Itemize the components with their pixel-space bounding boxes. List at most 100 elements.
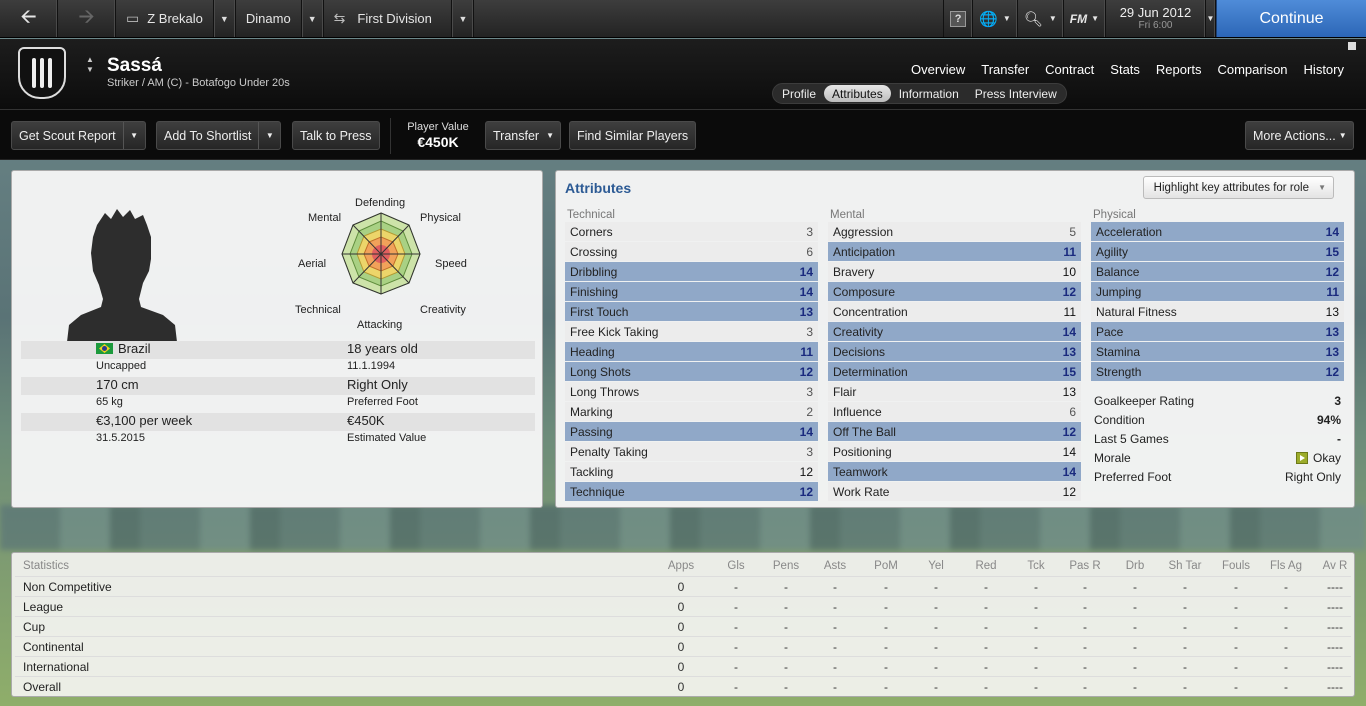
attribute-row[interactable]: Concentration 11 — [828, 302, 1081, 321]
attribute-row[interactable]: Decisions 13 — [828, 342, 1081, 361]
player-navigate-arrows[interactable]: ▲ ▼ — [86, 55, 94, 75]
attribute-row[interactable]: Determination 15 — [828, 362, 1081, 381]
date-display[interactable]: 29 Jun 2012 Fri 6:00 — [1106, 0, 1206, 37]
attribute-row[interactable]: Natural Fitness 13 — [1091, 302, 1344, 321]
attribute-row[interactable]: Creativity 14 — [828, 322, 1081, 341]
attribute-row[interactable]: Acceleration 14 — [1091, 222, 1344, 241]
attribute-row[interactable]: Heading 11 — [565, 342, 818, 361]
manager-menu[interactable]: ▭ Z Brekalo ▼ — [116, 0, 236, 37]
search-button[interactable]: 🔍︎ ▼ — [1018, 0, 1064, 37]
stat-column-header[interactable]: Pas R — [1065, 560, 1105, 572]
stat-cell: ---- — [1327, 640, 1343, 654]
tab-history[interactable]: History — [1296, 62, 1352, 77]
club-menu[interactable]: Dinamo ▼ — [236, 0, 324, 37]
stat-column-header[interactable]: Red — [966, 560, 1006, 572]
attribute-row[interactable]: Passing 14 — [565, 422, 818, 441]
back-button[interactable]: 🡨 — [0, 0, 58, 37]
stat-column-header[interactable]: Gls — [716, 560, 756, 572]
attribute-row[interactable]: Technique 12 — [565, 482, 818, 501]
attribute-row[interactable]: Dribbling 14 — [565, 262, 818, 281]
attribute-row[interactable]: Strength 12 — [1091, 362, 1344, 381]
stat-row[interactable]: Continental 0- - - - - - - - - - - - ---- — [15, 636, 1351, 655]
attribute-row[interactable]: Pace 13 — [1091, 322, 1344, 341]
find-similar-players-button[interactable]: Find Similar Players — [569, 121, 697, 150]
attribute-row[interactable]: Positioning 14 — [828, 442, 1081, 461]
attribute-row[interactable]: Bravery 10 — [828, 262, 1081, 281]
transfer-button[interactable]: Transfer ▼ — [485, 121, 561, 150]
chevron-down-icon[interactable]: ▼ — [122, 122, 145, 149]
date-dropdown[interactable]: ▼ — [1206, 0, 1216, 37]
stat-row[interactable]: Overall 0- - - - - - - - - - - - ---- — [15, 676, 1351, 695]
subtab-profile[interactable]: Profile — [774, 85, 824, 102]
attribute-row[interactable]: Influence 6 — [828, 402, 1081, 421]
subtab-attributes[interactable]: Attributes — [824, 85, 891, 102]
tab-comparison[interactable]: Comparison — [1209, 62, 1295, 77]
stat-column-header[interactable]: Sh Tar — [1165, 560, 1205, 572]
stat-column-header[interactable]: Yel — [916, 560, 956, 572]
attribute-row[interactable]: Work Rate 12 — [828, 482, 1081, 501]
fm-menu-button[interactable]: FM ▼ — [1064, 0, 1106, 37]
subtab-press-interview[interactable]: Press Interview — [967, 85, 1065, 102]
talk-to-press-button[interactable]: Talk to Press — [292, 121, 380, 150]
attribute-row[interactable]: Teamwork 14 — [828, 462, 1081, 481]
help-button[interactable]: ? — [943, 0, 974, 37]
tab-stats[interactable]: Stats — [1102, 62, 1148, 77]
tab-overview[interactable]: Overview — [903, 62, 973, 77]
attribute-row[interactable]: Free Kick Taking 3 — [565, 322, 818, 341]
window-toggle[interactable] — [1348, 42, 1356, 50]
league-menu[interactable]: ⇆ First Division ▼ — [324, 0, 475, 37]
stat-row[interactable]: International 0- - - - - - - - - - - - ---- — [15, 656, 1351, 675]
highlight-role-dropdown[interactable]: Highlight key attributes for role ▼ — [1142, 176, 1334, 199]
attribute-row[interactable]: Flair 13 — [828, 382, 1081, 401]
stat-column-header[interactable]: Fls Ag — [1266, 560, 1306, 572]
attribute-name: Dribbling — [570, 264, 618, 279]
attribute-row[interactable]: Aggression 5 — [828, 222, 1081, 241]
attribute-row[interactable]: Marking 2 — [565, 402, 818, 421]
stat-column-header[interactable]: Pens — [766, 560, 806, 572]
stat-column-header[interactable]: Drb — [1115, 560, 1155, 572]
stat-column-header[interactable]: PoM — [866, 560, 906, 572]
attribute-row[interactable]: Balance 12 — [1091, 262, 1344, 281]
get-scout-report-button[interactable]: Get Scout Report ▼ — [11, 121, 146, 150]
attribute-row[interactable]: Agility 15 — [1091, 242, 1344, 261]
tab-transfer[interactable]: Transfer — [973, 62, 1037, 77]
attribute-row[interactable]: First Touch 13 — [565, 302, 818, 321]
more-actions-button[interactable]: More Actions... ▼ — [1245, 121, 1354, 150]
attribute-row[interactable]: Crossing 6 — [565, 242, 818, 261]
attribute-row[interactable]: Penalty Taking 3 — [565, 442, 818, 461]
chevron-down-icon[interactable]: ▼ — [258, 122, 280, 149]
attribute-row[interactable]: Corners 3 — [565, 222, 818, 241]
stat-row[interactable]: Cup 0- - - - - - - - - - - - ---- — [15, 616, 1351, 635]
attribute-row[interactable]: Finishing 14 — [565, 282, 818, 301]
attribute-row[interactable]: Long Throws 3 — [565, 382, 818, 401]
add-to-shortlist-button[interactable]: Add To Shortlist ▼ — [156, 121, 282, 150]
attribute-row[interactable]: Stamina 13 — [1091, 342, 1344, 361]
attribute-row[interactable]: Long Shots 12 — [565, 362, 818, 381]
chevron-down-icon[interactable]: ▼ — [451, 0, 473, 37]
forward-button[interactable]: 🡪 — [58, 0, 116, 37]
attribute-name: Acceleration — [1096, 224, 1163, 239]
attribute-row[interactable]: Anticipation 11 — [828, 242, 1081, 261]
subtab-information[interactable]: Information — [891, 85, 967, 102]
attribute-row[interactable]: Off The Ball 12 — [828, 422, 1081, 441]
stat-column-header[interactable]: Asts — [815, 560, 855, 572]
stat-row[interactable]: Non Competitive 0- - - - - - - - - - - - ---- — [15, 576, 1351, 595]
attribute-row[interactable]: Jumping 11 — [1091, 282, 1344, 301]
preferred-foot-label: Preferred Foot — [347, 396, 418, 408]
attribute-row[interactable]: Composure 12 — [828, 282, 1081, 301]
stat-column-header[interactable]: Apps — [661, 560, 701, 572]
stat-cell: - — [1284, 600, 1288, 614]
stat-cell: - — [833, 580, 837, 594]
stat-row[interactable]: League 0- - - - - - - - - - - - ---- — [15, 596, 1351, 615]
stat-column-header[interactable]: Fouls — [1216, 560, 1256, 572]
continue-button[interactable]: Continue — [1216, 0, 1366, 37]
stat-cell: - — [734, 680, 738, 694]
stat-column-header[interactable]: Av R — [1315, 560, 1355, 572]
stat-column-header[interactable]: Tck — [1016, 560, 1056, 572]
tab-reports[interactable]: Reports — [1148, 62, 1210, 77]
chevron-down-icon[interactable]: ▼ — [212, 0, 235, 37]
tab-contract[interactable]: Contract — [1037, 62, 1102, 77]
attribute-row[interactable]: Tackling 12 — [565, 462, 818, 481]
world-button[interactable]: 🌐 ▼ — [973, 0, 1018, 37]
chevron-down-icon[interactable]: ▼ — [300, 0, 323, 37]
